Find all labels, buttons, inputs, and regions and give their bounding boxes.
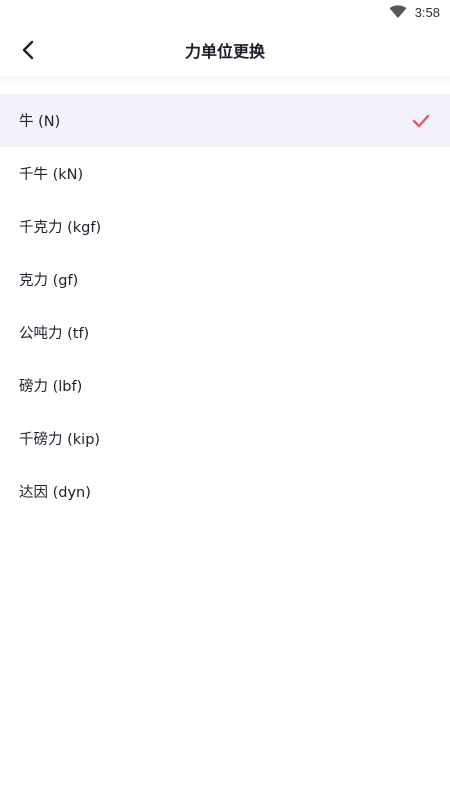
unit-option-tf[interactable]: 公吨力 (tf)	[0, 306, 450, 359]
unit-label: 千克力 (kgf)	[19, 220, 102, 236]
app-bar: 力单位更换	[0, 24, 450, 76]
wifi-icon	[389, 5, 407, 18]
unit-option-gf[interactable]: 克力 (gf)	[0, 253, 450, 306]
unit-label: 千牛 (kN)	[19, 167, 84, 183]
unit-label: 克力 (gf)	[19, 273, 79, 289]
clock: 3:58	[414, 4, 440, 20]
unit-label: 牛 (N)	[19, 114, 61, 130]
unit-label: 达因 (dyn)	[19, 485, 91, 501]
unit-option-kip[interactable]: 千磅力 (kip)	[0, 412, 450, 465]
unit-option-kn[interactable]: 千牛 (kN)	[0, 147, 450, 200]
page-title: 力单位更换	[184, 42, 265, 61]
back-button[interactable]	[12, 34, 44, 66]
checkmark-icon	[412, 114, 430, 127]
unit-option-n[interactable]: 牛 (N)	[0, 94, 450, 147]
unit-label: 千磅力 (kip)	[19, 432, 101, 448]
unit-label: 磅力 (lbf)	[19, 379, 83, 395]
status-bar: 3:58	[0, 0, 450, 24]
unit-option-lbf[interactable]: 磅力 (lbf)	[0, 359, 450, 412]
unit-option-dyn[interactable]: 达因 (dyn)	[0, 465, 450, 518]
unit-list: 牛 (N) 千牛 (kN) 千克力 (kgf) 克力 (gf) 公吨力 (tf)…	[0, 94, 450, 518]
unit-label: 公吨力 (tf)	[19, 326, 90, 342]
chevron-left-icon	[22, 40, 34, 60]
unit-option-kgf[interactable]: 千克力 (kgf)	[0, 200, 450, 253]
